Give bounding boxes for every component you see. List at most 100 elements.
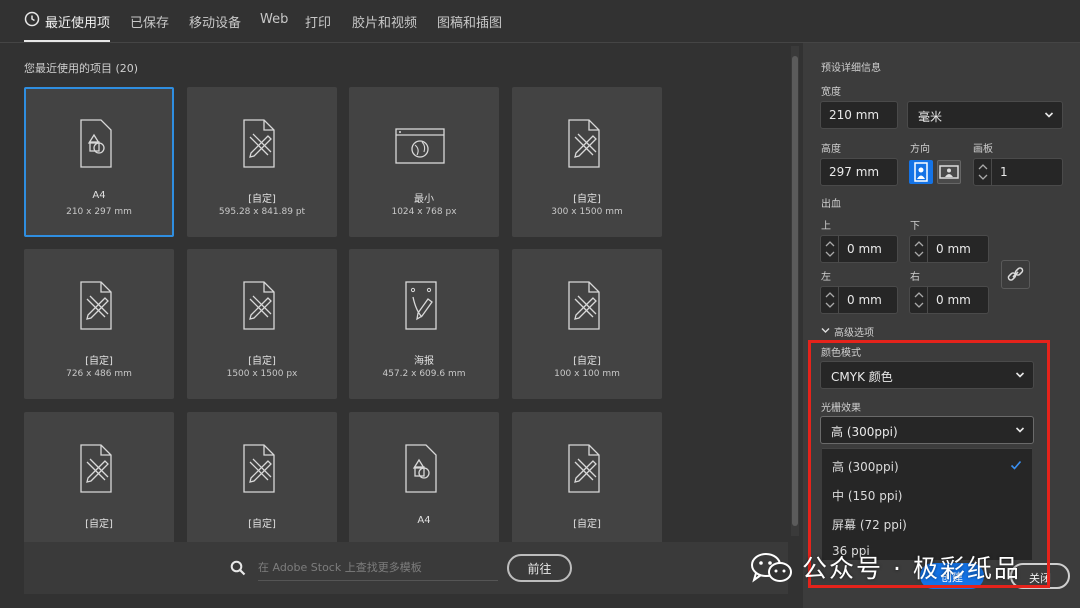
bleed-right-stepper[interactable]: 0 mm: [909, 286, 989, 314]
bleed-left-stepper[interactable]: 0 mm: [820, 286, 898, 314]
active-tab-indicator: [24, 40, 110, 42]
recent-item-card[interactable]: [自定] 595.28 x 841.89 pt: [187, 87, 337, 237]
recent-item-name: [自定]: [248, 194, 276, 205]
stock-search-bar: 前往: [24, 542, 788, 594]
artboards-value: 1: [1000, 165, 1008, 179]
bleed-bottom-label: 下: [910, 221, 920, 232]
stepper-arrow-icon: [825, 241, 835, 257]
tab-saved[interactable]: 已保存: [130, 12, 169, 31]
stepper-arrows[interactable]: [910, 236, 928, 262]
watermark-text: 公众号 · 极彩纸品: [802, 554, 1021, 583]
height-field[interactable]: 297 mm: [820, 158, 898, 186]
landscape-icon: [939, 165, 959, 179]
recent-item-card[interactable]: [自定]: [187, 412, 337, 562]
grid-scrollbar[interactable]: [791, 46, 799, 536]
recent-item-size: 595.28 x 841.89 pt: [218, 207, 306, 217]
unit-select[interactable]: 毫米: [907, 101, 1063, 129]
height-label: 高度: [821, 144, 841, 155]
recent-item-name: 海报: [414, 356, 434, 367]
stock-search-input[interactable]: [258, 555, 498, 581]
recent-item-name: [自定]: [573, 356, 601, 367]
web-browser-icon: [395, 128, 445, 164]
shapes-doc-icon: [405, 444, 437, 493]
pencil-ruler-doc-icon: [568, 119, 600, 168]
tab-print[interactable]: 打印: [305, 12, 331, 31]
recent-item-card[interactable]: [自定] 100 x 100 mm: [512, 249, 662, 399]
stepper-arrow-icon: [914, 292, 924, 308]
stepper-arrows[interactable]: [974, 159, 992, 185]
stepper-arrow-icon: [914, 241, 924, 257]
portrait-button[interactable]: [909, 160, 933, 184]
bleed-top-value: 0 mm: [847, 242, 882, 256]
clock-icon: [24, 11, 40, 27]
recent-item-name: [自定]: [248, 519, 276, 530]
wechat-icon: [751, 553, 792, 583]
link-icon: [1007, 267, 1024, 281]
bleed-right-label: 右: [910, 272, 920, 283]
bleed-left-value: 0 mm: [847, 293, 882, 307]
tab-recent[interactable]: 最近使用项: [45, 12, 110, 31]
recent-item-name: [自定]: [85, 356, 113, 367]
recent-item-size: 100 x 100 mm: [554, 369, 620, 379]
recent-item-card[interactable]: [自定] 726 x 486 mm: [24, 249, 174, 399]
link-bleed-button[interactable]: [1001, 260, 1030, 289]
recent-items-label: 您最近使用的项目 (20): [24, 62, 139, 75]
pencil-ruler-doc-icon: [80, 281, 112, 330]
grid-scrollbar-thumb[interactable]: [792, 56, 798, 526]
bleed-label: 出血: [821, 199, 841, 210]
tab-bar: 最近使用项 已保存 移动设备 Web 打印 胶片和视频 图稿和插图: [0, 0, 1080, 43]
poster-pen-icon: [405, 281, 437, 330]
landscape-button[interactable]: [937, 160, 961, 184]
preset-details-title: 预设详细信息: [821, 63, 881, 74]
stepper-arrow-icon: [978, 164, 988, 180]
unit-select-value: 毫米: [918, 110, 943, 124]
recent-item-card[interactable]: [自定]: [512, 412, 662, 562]
recent-item-name: [自定]: [85, 519, 113, 530]
tab-film-video[interactable]: 胶片和视频: [352, 12, 417, 31]
portrait-icon: [914, 162, 928, 182]
recent-item-card[interactable]: A4 210 x 297 mm: [24, 87, 174, 237]
pencil-ruler-doc-icon: [80, 444, 112, 493]
recent-item-name: A4: [92, 190, 106, 201]
tab-web[interactable]: Web: [260, 12, 288, 27]
recent-item-card[interactable]: 海报 457.2 x 609.6 mm: [349, 249, 499, 399]
recent-item-card[interactable]: [自定] 300 x 1500 mm: [512, 87, 662, 237]
stepper-arrows[interactable]: [821, 287, 839, 313]
recent-item-size: 1500 x 1500 px: [226, 369, 298, 379]
width-field[interactable]: 210 mm: [820, 101, 898, 129]
recent-item-name: 最小: [414, 194, 434, 205]
chevron-down-icon: [1044, 112, 1054, 118]
recent-item-card[interactable]: A4: [349, 412, 499, 562]
stepper-arrows[interactable]: [821, 236, 839, 262]
recent-item-card[interactable]: 最小 1024 x 768 px: [349, 87, 499, 237]
recent-item-name: [自定]: [573, 194, 601, 205]
tab-art-illustration[interactable]: 图稿和插图: [437, 12, 502, 31]
bleed-bottom-stepper[interactable]: 0 mm: [909, 235, 989, 263]
recent-item-card[interactable]: [自定]: [24, 412, 174, 562]
pencil-ruler-doc-icon: [243, 444, 275, 493]
pencil-ruler-doc-icon: [243, 281, 275, 330]
pencil-ruler-doc-icon: [243, 119, 275, 168]
advanced-options-toggle[interactable]: 高级选项: [834, 324, 874, 339]
chevron-down-icon[interactable]: [821, 326, 830, 335]
orientation-label: 方向: [910, 144, 930, 155]
bleed-top-label: 上: [821, 221, 831, 232]
stepper-arrows[interactable]: [910, 287, 928, 313]
recent-item-size: 726 x 486 mm: [66, 369, 132, 379]
recent-item-size: 210 x 297 mm: [66, 207, 132, 217]
bleed-left-label: 左: [821, 272, 831, 283]
bleed-right-value: 0 mm: [936, 293, 971, 307]
recent-item-name: [自定]: [248, 356, 276, 367]
recent-item-size: 457.2 x 609.6 mm: [382, 369, 466, 379]
bleed-bottom-value: 0 mm: [936, 242, 971, 256]
artboards-label: 画板: [973, 144, 993, 155]
shapes-doc-icon: [80, 119, 112, 168]
width-label: 宽度: [821, 87, 841, 98]
artboards-stepper[interactable]: 1: [973, 158, 1063, 186]
recent-item-size: 1024 x 768 px: [391, 207, 457, 217]
go-button[interactable]: 前往: [507, 554, 572, 582]
recent-item-name: A4: [417, 515, 431, 526]
tab-mobile[interactable]: 移动设备: [189, 12, 241, 31]
recent-item-card[interactable]: [自定] 1500 x 1500 px: [187, 249, 337, 399]
bleed-top-stepper[interactable]: 0 mm: [820, 235, 898, 263]
